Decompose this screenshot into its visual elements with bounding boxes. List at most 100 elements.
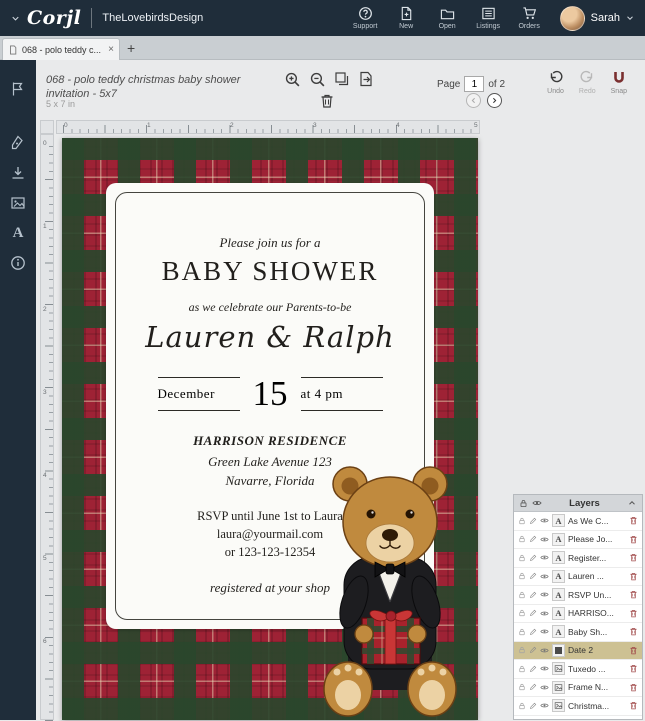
layer-row-lauren[interactable]: A Lauren ... [514, 568, 642, 587]
eye-icon[interactable] [540, 664, 549, 673]
pencil-icon[interactable] [529, 665, 537, 673]
trash-icon[interactable] [629, 535, 638, 544]
nav-open[interactable]: Open [427, 6, 468, 30]
lock-icon[interactable] [518, 572, 526, 580]
new-tab-button[interactable]: + [127, 38, 135, 58]
lock-icon[interactable] [518, 591, 526, 599]
layer-row-as-we-c[interactable]: A As We C... [514, 512, 642, 531]
lock-icon[interactable] [518, 683, 526, 691]
undo-button[interactable]: Undo [547, 70, 564, 95]
invite-time-text[interactable]: at 4 pm [301, 377, 383, 411]
store-name[interactable]: TheLovebirdsDesign [102, 12, 203, 24]
trash-icon[interactable] [629, 627, 638, 636]
pencil-icon[interactable] [529, 628, 537, 636]
layer-row-tuxedo[interactable]: Tuxedo ... [514, 660, 642, 679]
zoom-out-icon[interactable] [309, 71, 326, 88]
next-page-button[interactable] [487, 93, 502, 108]
trash-icon[interactable] [629, 572, 638, 581]
pencil-icon[interactable] [529, 517, 537, 525]
invite-month-text[interactable]: December [158, 377, 240, 411]
prev-page-button[interactable] [466, 93, 481, 108]
redo-button[interactable]: Redo [579, 70, 596, 95]
trash-icon[interactable] [629, 646, 638, 655]
invite-intro-text[interactable]: Please join us for a [106, 235, 434, 251]
info-tool-button[interactable] [0, 248, 36, 278]
nav-support[interactable]: Support [345, 6, 386, 30]
tab-close-icon[interactable]: × [108, 44, 114, 55]
layer-row-harrison[interactable]: A HARRISO... [514, 605, 642, 624]
layer-row-register[interactable]: A Register... [514, 549, 642, 568]
lock-icon[interactable] [518, 517, 526, 525]
eye-icon[interactable] [540, 646, 549, 655]
lock-all-icon[interactable] [519, 499, 528, 508]
layer-row-please-jo[interactable]: A Please Jo... [514, 531, 642, 550]
lock-icon[interactable] [518, 628, 526, 636]
pencil-icon[interactable] [529, 591, 537, 599]
invite-subtitle-text[interactable]: as we celebrate our Parents-to-be [106, 300, 434, 315]
invite-title-text[interactable]: BABY SHOWER [106, 256, 434, 287]
document-tab[interactable]: 068 - polo teddy c... × [2, 38, 120, 60]
image-tool-button[interactable] [0, 188, 36, 218]
lock-icon[interactable] [518, 554, 526, 562]
invite-date-row[interactable]: December 15 at 4 pm [106, 376, 434, 411]
layer-row-baby-sh[interactable]: A Baby Sh... [514, 623, 642, 642]
duplicate-page-icon[interactable] [334, 71, 350, 87]
snap-button[interactable]: Snap [611, 70, 627, 95]
trash-icon[interactable] [629, 683, 638, 692]
layer-row-frame[interactable]: Frame N... [514, 679, 642, 698]
eye-icon[interactable] [540, 627, 549, 636]
zoom-in-icon[interactable] [284, 71, 301, 88]
lock-icon[interactable] [518, 665, 526, 673]
draw-tool-button[interactable] [0, 128, 36, 158]
trash-icon[interactable] [629, 701, 638, 710]
pencil-icon[interactable] [529, 572, 537, 580]
user-name[interactable]: Sarah [591, 12, 620, 24]
user-avatar[interactable] [560, 6, 585, 31]
layer-row-rsvp[interactable]: A RSVP Un... [514, 586, 642, 605]
design-canvas-plaid-background[interactable]: Please join us for a BABY SHOWER as we c… [62, 138, 478, 720]
pencil-icon[interactable] [529, 683, 537, 691]
layer-row-christmas[interactable]: Christma... [514, 697, 642, 716]
lock-icon[interactable] [518, 609, 526, 617]
invite-names-text[interactable]: Lauren & Ralph [106, 320, 434, 354]
pencil-icon[interactable] [529, 702, 537, 710]
nav-orders[interactable]: Orders [509, 6, 550, 30]
eye-icon[interactable] [540, 535, 549, 544]
user-menu-chevron-icon[interactable] [625, 13, 635, 23]
eye-icon[interactable] [540, 516, 549, 525]
collapse-chevron-up-icon[interactable] [627, 498, 637, 508]
invite-venue-text[interactable]: HARRISON RESIDENCE [106, 433, 434, 449]
lock-icon[interactable] [518, 646, 526, 654]
eye-icon[interactable] [540, 590, 549, 599]
designs-tool-button[interactable] [0, 74, 36, 104]
trash-icon[interactable] [629, 609, 638, 618]
lock-icon[interactable] [518, 702, 526, 710]
pencil-icon[interactable] [529, 535, 537, 543]
invite-day-text[interactable]: 15 [253, 376, 288, 411]
app-menu-chevron-icon[interactable] [10, 13, 21, 24]
export-page-icon[interactable] [358, 71, 374, 87]
nav-listings[interactable]: Listings [468, 6, 509, 30]
trash-icon[interactable] [629, 590, 638, 599]
app-logo[interactable]: Corjl [27, 7, 81, 29]
pencil-icon[interactable] [529, 609, 537, 617]
eye-icon[interactable] [540, 553, 549, 562]
page-number-input[interactable] [464, 76, 484, 92]
lock-icon[interactable] [518, 535, 526, 543]
show-all-eye-icon[interactable] [532, 498, 542, 508]
pencil-icon[interactable] [529, 554, 537, 562]
eye-icon[interactable] [540, 701, 549, 710]
layers-panel-header[interactable]: Layers [514, 495, 642, 512]
eye-icon[interactable] [540, 683, 549, 692]
eye-icon[interactable] [540, 609, 549, 618]
trash-icon[interactable] [629, 516, 638, 525]
download-tool-button[interactable] [0, 158, 36, 188]
eye-icon[interactable] [540, 572, 549, 581]
trash-icon[interactable] [629, 664, 638, 673]
pencil-icon[interactable] [529, 646, 537, 654]
nav-new[interactable]: New [386, 6, 427, 30]
text-tool-button[interactable]: A [0, 218, 36, 248]
delete-page-icon[interactable] [319, 93, 335, 109]
layer-row-date-2-selected[interactable]: Date 2 [514, 642, 642, 661]
trash-icon[interactable] [629, 553, 638, 562]
